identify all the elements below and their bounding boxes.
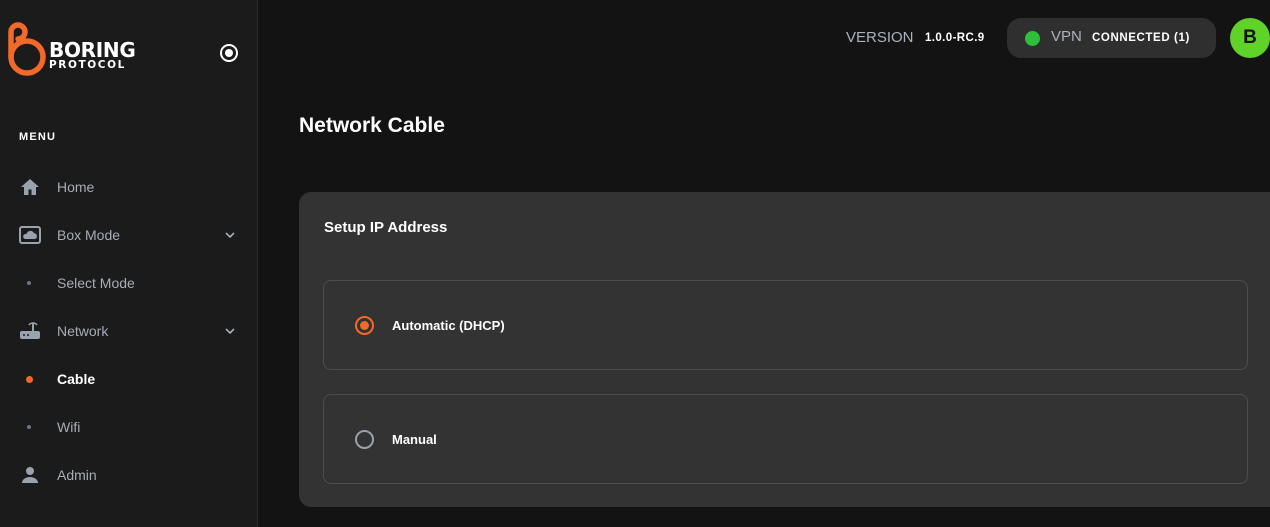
active-dot-icon <box>26 375 33 383</box>
card-title: Setup IP Address <box>324 219 448 236</box>
option-manual[interactable]: Manual <box>323 394 1248 484</box>
sidebar-item-label: Box Mode <box>57 227 121 243</box>
user-icon <box>19 464 41 486</box>
setup-ip-card: Setup IP Address Automatic (DHCP) Manual <box>299 192 1270 507</box>
logo-wordmark-line1: BORING <box>49 38 136 62</box>
chevron-down-icon[interactable] <box>223 324 237 338</box>
sidebar-item-label: Home <box>57 179 95 195</box>
sidebar-item-box-mode[interactable]: Box Mode <box>0 215 257 255</box>
page-title: Network Cable <box>299 114 445 137</box>
sidebar-item-wifi[interactable]: Wifi <box>0 407 257 447</box>
option-label: Automatic (DHCP) <box>392 318 505 333</box>
sidebar-item-label: Cable <box>57 371 96 387</box>
sidebar-item-network[interactable]: Network <box>0 311 257 351</box>
menu-heading: MENU <box>19 131 57 143</box>
logo-wordmark-line2: PROTOCOL <box>49 59 126 71</box>
sidebar-item-label: Network <box>57 323 109 339</box>
option-label: Manual <box>392 432 437 447</box>
status-dot-icon <box>1025 31 1040 46</box>
sidebar-item-label: Wifi <box>57 419 81 435</box>
router-icon <box>19 320 41 342</box>
vpn-status-text: CONNECTED (1) <box>1092 32 1190 44</box>
bullet-dot-icon <box>27 425 31 429</box>
option-automatic-dhcp[interactable]: Automatic (DHCP) <box>323 280 1248 370</box>
vpn-label: VPN <box>1051 28 1082 45</box>
bullet-dot-icon <box>27 281 31 285</box>
target-icon[interactable] <box>220 44 238 62</box>
cloud-box-icon <box>19 224 41 246</box>
radio-checked-icon[interactable] <box>355 316 374 335</box>
sidebar-item-cable[interactable]: Cable <box>0 359 257 399</box>
sidebar: BORING PROTOCOL MENU Home Box Mode Selec… <box>0 0 258 527</box>
radio-unchecked-icon[interactable] <box>355 430 374 449</box>
avatar[interactable]: B <box>1230 18 1270 58</box>
version-value: 1.0.0-RC.9 <box>925 32 985 44</box>
sidebar-item-admin[interactable]: Admin <box>0 455 257 495</box>
chevron-down-icon[interactable] <box>223 228 237 242</box>
home-icon <box>19 176 41 198</box>
vpn-status-button[interactable]: VPN CONNECTED (1) <box>1007 18 1216 58</box>
version-label: VERSION <box>846 29 914 46</box>
sidebar-item-home[interactable]: Home <box>0 167 257 207</box>
sidebar-item-select-mode[interactable]: Select Mode <box>0 263 257 303</box>
sidebar-item-label: Admin <box>57 467 97 483</box>
sidebar-item-label: Select Mode <box>57 275 135 291</box>
